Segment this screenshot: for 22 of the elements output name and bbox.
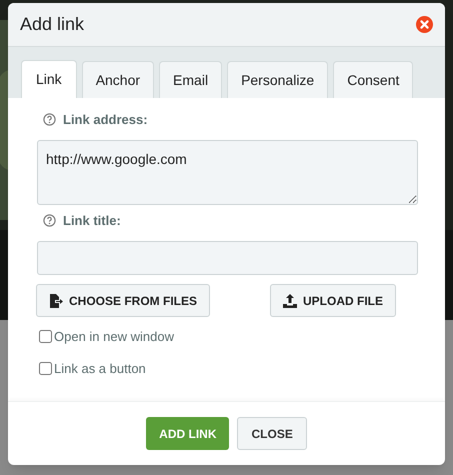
upload-button[interactable]: UPLOAD FILE [270, 284, 396, 317]
tab[interactable]: Link [21, 60, 77, 98]
close-icon[interactable] [416, 16, 433, 33]
checkbox-label: Open in new window [54, 328, 174, 346]
dialog-title: Add link [20, 13, 84, 36]
tab[interactable]: Email [159, 61, 222, 98]
file-export-icon [49, 294, 63, 308]
field-label: Link address: [63, 111, 148, 129]
help-icon [43, 214, 56, 227]
link-address-field[interactable]: http://www.google.com [37, 140, 418, 204]
tab[interactable]: Personalize [227, 61, 328, 98]
tab[interactable]: Anchor [82, 61, 154, 98]
upload-icon [283, 294, 298, 308]
field-label: Link title: [63, 212, 121, 230]
checkbox[interactable] [39, 330, 52, 344]
link-title-field[interactable] [37, 241, 418, 275]
choose-files-button[interactable]: CHOOSE FROM FILES [36, 284, 210, 317]
tab[interactable]: Consent [333, 61, 414, 98]
close-button[interactable]: CLOSE [237, 417, 307, 450]
help-icon [43, 113, 56, 126]
checkbox[interactable] [39, 362, 52, 375]
checkbox-label: Link as a button [54, 360, 146, 378]
